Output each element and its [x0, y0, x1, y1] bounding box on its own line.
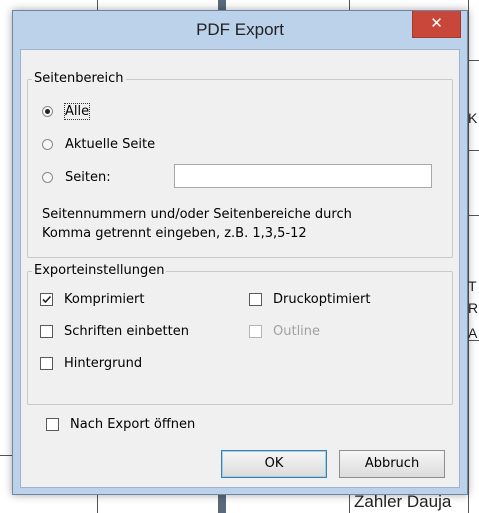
background-char: T: [468, 278, 477, 294]
checkmark-icon: [42, 295, 52, 304]
dialog-title: PDF Export: [196, 20, 284, 39]
outline-checkbox: Outline: [249, 324, 320, 339]
embed-fonts-label: Schriften einbetten: [64, 324, 189, 339]
export-settings-legend: Exporteinstellungen: [32, 263, 167, 278]
close-icon: ✕: [430, 14, 443, 32]
table-gridline: [0, 455, 12, 456]
page-range-hint-line2: Komma getrennt eingeben, z.B. 1,3,5-12: [42, 226, 307, 241]
checkbox[interactable]: [46, 418, 59, 431]
checkbox-disabled: [249, 325, 262, 338]
background-label: Hintergrund: [64, 356, 143, 371]
open-after-export-checkbox[interactable]: Nach Export öffnen: [46, 417, 195, 432]
ok-button[interactable]: OK: [221, 450, 327, 478]
background-char: A: [468, 325, 478, 341]
background-text-fragment: Zahler Dauja: [354, 492, 452, 511]
pdf-export-dialog: PDF Export ✕ Seitenbereich Alle Aktuelle…: [12, 10, 468, 495]
radio-button-selected[interactable]: [42, 106, 53, 117]
checkbox[interactable]: [249, 293, 262, 306]
open-after-export-label: Nach Export öffnen: [70, 417, 196, 432]
radio-current-page[interactable]: Aktuelle Seite: [42, 137, 155, 152]
radio-pages-label: Seiten:: [65, 170, 111, 185]
embed-fonts-checkbox[interactable]: Schriften einbetten: [40, 324, 189, 339]
page-range-group: Seitenbereich Alle Aktuelle Seite Seiten…: [27, 71, 453, 258]
print-optimized-label: Druckoptimiert: [273, 292, 371, 307]
checkbox-checked[interactable]: [40, 293, 53, 306]
background-char: R: [468, 300, 479, 316]
print-optimized-checkbox[interactable]: Druckoptimiert: [249, 292, 370, 307]
outline-label: Outline: [273, 324, 321, 339]
background-char: K: [468, 110, 478, 126]
table-column-marker: [218, 493, 226, 513]
table-column-marker: [218, 0, 226, 10]
checkbox[interactable]: [40, 357, 53, 370]
radio-button[interactable]: [42, 172, 53, 183]
page-range-legend: Seitenbereich: [32, 71, 126, 86]
export-settings-group: Exporteinstellungen Komprimiert Druckopt…: [27, 263, 453, 405]
radio-current-page-label: Aktuelle Seite: [65, 137, 156, 152]
page-range-hint-line1: Seitennummern und/oder Seitenbereiche du…: [42, 207, 352, 222]
radio-pages[interactable]: Seiten:: [42, 170, 111, 185]
radio-button[interactable]: [42, 139, 53, 150]
close-button[interactable]: ✕: [412, 11, 461, 38]
checkbox[interactable]: [40, 325, 53, 338]
title-bar[interactable]: PDF Export ✕: [13, 11, 467, 49]
dialog-client-area: Seitenbereich Alle Aktuelle Seite Seiten…: [20, 49, 460, 488]
background-checkbox[interactable]: Hintergrund: [40, 356, 142, 371]
pages-input[interactable]: [174, 164, 432, 188]
table-gridline: [468, 0, 469, 513]
compressed-label: Komprimiert: [64, 292, 145, 307]
cancel-button[interactable]: Abbruch: [339, 450, 445, 478]
radio-all-label: Alle: [63, 103, 91, 120]
radio-all[interactable]: Alle: [42, 103, 91, 120]
compressed-checkbox[interactable]: Komprimiert: [40, 292, 144, 307]
page-range-hint: Seitennummern und/oder Seitenbereiche du…: [42, 205, 352, 243]
